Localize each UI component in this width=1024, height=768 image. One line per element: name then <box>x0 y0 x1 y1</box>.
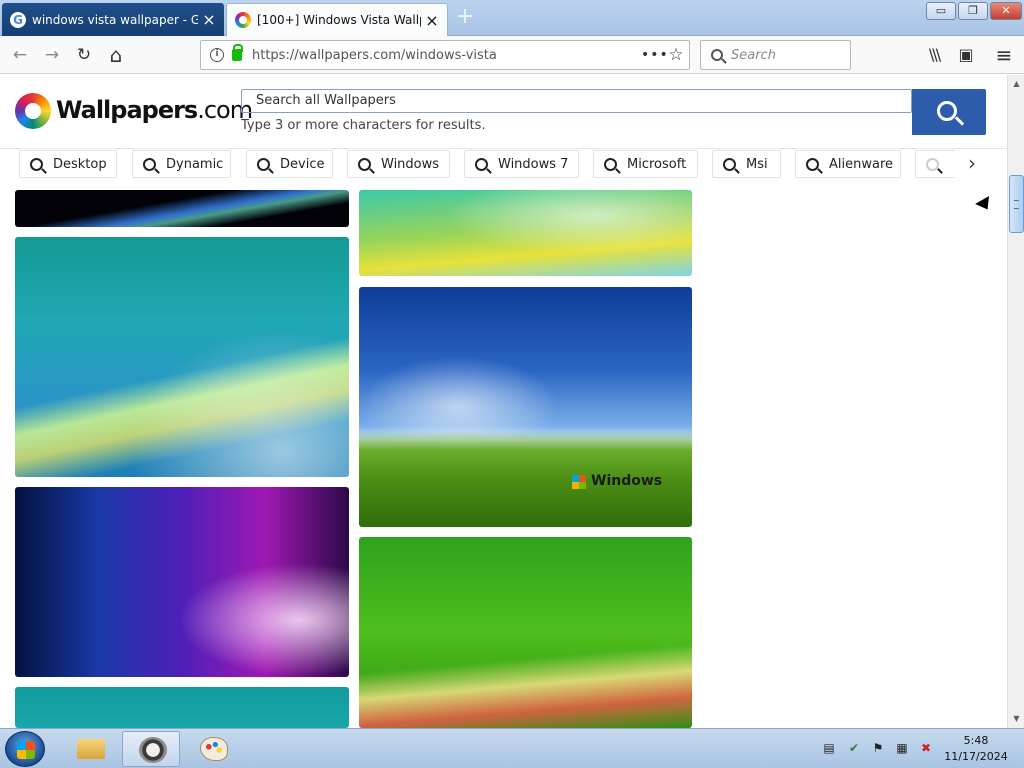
search-icon <box>723 157 736 171</box>
back-button[interactable]: ← <box>6 41 34 69</box>
chip-label: Dynamic <box>166 156 224 172</box>
tag-chip-windows[interactable]: Windows <box>347 150 450 178</box>
tab-strip: G windows vista wallpaper - Goo × [100+]… <box>0 0 1024 36</box>
wallpaper-thumbnail[interactable]: Windows <box>359 287 692 527</box>
start-button[interactable] <box>5 731 45 767</box>
tag-chip-alienware[interactable]: Alienware <box>795 150 901 178</box>
info-icon[interactable]: i <box>210 48 224 62</box>
site-header: Wallpapers.com Search all Wallpapers Typ… <box>0 75 1007 149</box>
clock-time: 5:48 <box>963 734 989 747</box>
chip-label: Windows 7 <box>498 156 569 172</box>
chip-label: Desktop <box>53 156 107 172</box>
page-actions-icon[interactable]: ••• <box>641 47 668 63</box>
paint-palette-icon <box>200 737 228 761</box>
google-icon: G <box>10 11 26 28</box>
wallpaper-thumbnail[interactable] <box>15 487 349 677</box>
address-bar[interactable]: i https://wallpapers.com/windows-vista •… <box>200 40 690 70</box>
tray-document-icon[interactable]: ▤ <box>822 741 836 755</box>
site-logo[interactable]: Wallpapers.com <box>56 96 253 124</box>
tag-chip-dynamic[interactable]: Dynamic <box>132 150 231 178</box>
scrollbar-thumb[interactable] <box>1009 175 1024 233</box>
chip-label: Alienware <box>829 156 894 172</box>
taskbar-paint[interactable] <box>184 731 242 767</box>
tray-volume-muted-icon[interactable]: ✖ <box>919 741 933 755</box>
search-icon <box>358 157 371 171</box>
wallpaper-thumbnail[interactable] <box>359 537 692 728</box>
taskbar: ▤ ✔ ⚑ ▦ ✖ 5:48 11/17/2024 <box>0 728 1024 768</box>
search-icon <box>604 157 617 171</box>
new-tab-button[interactable]: + <box>452 6 478 30</box>
site-search-button[interactable] <box>912 89 986 135</box>
close-window-button[interactable]: ✕ <box>990 2 1022 20</box>
tray-security-icon[interactable]: ✔ <box>847 741 861 755</box>
search-placeholder: Search <box>731 47 776 63</box>
tag-chip-microsoft[interactable]: Microsoft <box>593 150 698 178</box>
minimize-button[interactable]: ▭ <box>926 2 956 20</box>
taskbar-browser[interactable] <box>122 731 180 767</box>
chip-label: Microsoft <box>627 156 687 172</box>
search-hint: Type 3 or more characters for results. <box>241 118 486 133</box>
search-icon <box>30 157 43 171</box>
browser-app-icon <box>139 737 167 763</box>
chevron-right-icon[interactable]: › <box>958 150 986 178</box>
chip-label: Msi <box>746 156 768 172</box>
tag-chip-desktop[interactable]: Desktop <box>19 150 117 178</box>
sidebar-icon[interactable]: ▣ <box>952 41 980 69</box>
menu-icon[interactable]: ≡ <box>990 41 1018 69</box>
bookmark-star-icon[interactable]: ☆ <box>663 45 689 65</box>
search-icon <box>257 157 270 171</box>
tray-flag-icon[interactable]: ⚑ <box>871 741 885 755</box>
tab-title: windows vista wallpaper - Goo <box>32 12 198 27</box>
navigation-bar: ← → ↻ ⌂ i https://wallpapers.com/windows… <box>0 36 1024 74</box>
browser-search-input[interactable]: Search <box>700 40 851 70</box>
search-icon <box>806 157 819 171</box>
wallpaper-thumbnail[interactable] <box>15 687 349 728</box>
search-icon <box>143 157 156 171</box>
maximize-button[interactable]: ❐ <box>958 2 988 20</box>
library-icon[interactable]: \\\ <box>920 41 948 69</box>
tag-chip-device[interactable]: Device <box>246 150 333 178</box>
page-viewport: Wallpapers.com Search all Wallpapers Typ… <box>0 75 1007 728</box>
forward-button[interactable]: → <box>38 41 66 69</box>
lock-icon <box>232 44 243 61</box>
scroll-down-icon[interactable]: ▼ <box>1009 711 1024 726</box>
tray-network-icon[interactable]: ▦ <box>895 741 909 755</box>
search-icon <box>926 157 939 171</box>
tag-chip-partial[interactable] <box>915 150 955 178</box>
windows-logo-icon <box>572 475 586 489</box>
reload-button[interactable]: ↻ <box>70 41 98 69</box>
chip-label: Windows <box>381 156 440 172</box>
search-icon <box>937 101 957 121</box>
logo-name: Wallpapers <box>56 96 198 124</box>
taskbar-explorer[interactable] <box>60 731 118 767</box>
tab-wallpapers[interactable]: [100+] Windows Vista Wallpape × <box>226 3 448 36</box>
scroll-up-icon[interactable]: ▲ <box>1009 76 1024 91</box>
site-search-input[interactable]: Search all Wallpapers <box>241 89 912 113</box>
search-icon <box>711 49 723 61</box>
vertical-scrollbar[interactable]: ▲ ▼ <box>1007 75 1024 728</box>
clock-date: 11/17/2024 <box>944 750 1008 763</box>
tag-chip-msi[interactable]: Msi <box>712 150 781 178</box>
tag-chip-windows-7[interactable]: Windows 7 <box>464 150 579 178</box>
search-icon <box>475 157 488 171</box>
thumbnail-watermark: Windows <box>591 473 663 489</box>
folder-icon <box>77 739 105 759</box>
tab-google[interactable]: G windows vista wallpaper - Goo × <box>2 3 224 36</box>
chip-label: Device <box>280 156 325 172</box>
wallpapers-icon <box>235 12 251 28</box>
home-button[interactable]: ⌂ <box>102 41 130 69</box>
tab-title: [100+] Windows Vista Wallpape <box>257 13 421 27</box>
close-tab-icon[interactable]: × <box>202 10 216 29</box>
url-text[interactable]: https://wallpapers.com/windows-vista <box>252 48 641 63</box>
wallpapers-logo-icon[interactable] <box>15 93 51 129</box>
taskbar-clock[interactable]: 5:48 11/17/2024 <box>940 733 1012 765</box>
wallpaper-thumbnail[interactable] <box>359 190 692 276</box>
wallpaper-thumbnail[interactable] <box>15 190 349 227</box>
close-tab-icon[interactable]: × <box>425 11 439 30</box>
wallpaper-thumbnail[interactable] <box>15 237 349 477</box>
windows-logo-icon <box>17 741 35 759</box>
related-tags-bar: Desktop Dynamic Device Windows Windows 7… <box>0 150 1007 190</box>
